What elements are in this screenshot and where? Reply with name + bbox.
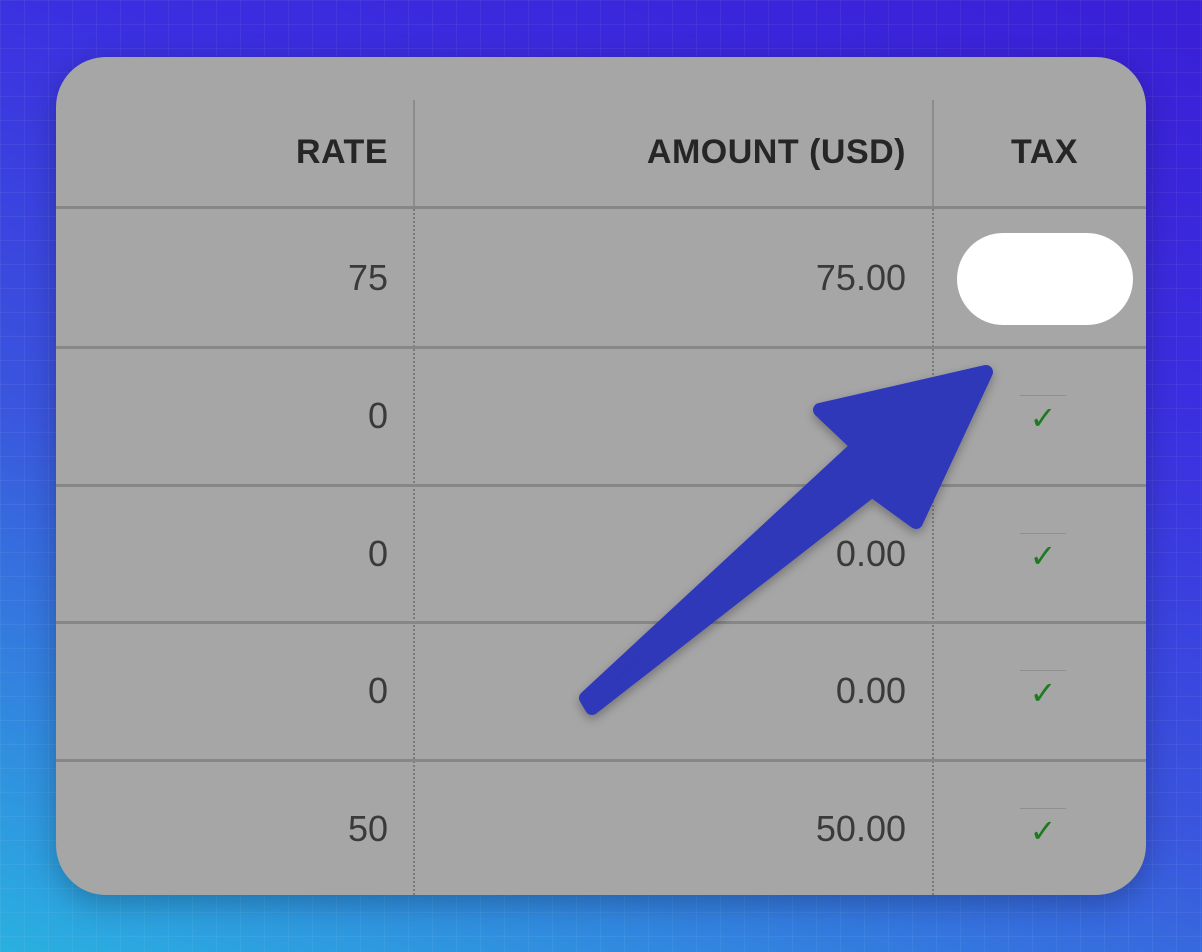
tax-checkbox[interactable]: ✓ [1020, 670, 1066, 715]
header-divider [413, 100, 415, 207]
rate-cell[interactable]: 0 [368, 395, 388, 437]
checkmark-icon: ✓ [1029, 537, 1057, 575]
header-rate[interactable]: RATE [296, 133, 388, 172]
header-tax[interactable]: TAX [1011, 133, 1078, 172]
rate-cell[interactable]: 50 [348, 808, 388, 850]
amount-cell[interactable]: 75.00 [816, 257, 906, 299]
amount-cell[interactable]: 50.00 [816, 808, 906, 850]
amount-cell[interactable]: 0.00 [836, 670, 906, 712]
tax-checkbox[interactable]: ✓ [1020, 808, 1066, 853]
rate-cell[interactable]: 75 [348, 257, 388, 299]
checkmark-icon: ✓ [1029, 812, 1057, 850]
table-row[interactable]: 0 0.00 ✓ [56, 487, 1146, 624]
table-header: RATE AMOUNT (USD) TAX [56, 57, 1146, 207]
rate-cell[interactable]: 0 [368, 533, 388, 575]
table-row[interactable]: 50 50.00 ✓ [56, 762, 1146, 895]
header-divider [932, 100, 934, 207]
line-items-table: RATE AMOUNT (USD) TAX 75 75.00 0 ✓ 0 0.0… [56, 57, 1146, 895]
checkmark-icon: ✓ [1029, 674, 1057, 712]
table-row[interactable]: 0 0.00 ✓ [56, 624, 1146, 761]
rate-cell[interactable]: 0 [368, 670, 388, 712]
checkmark-icon: ✓ [1029, 399, 1057, 437]
tax-checkbox[interactable]: ✓ [1020, 395, 1066, 440]
tax-checkbox[interactable]: ✓ [1020, 533, 1066, 578]
tax-checkbox-highlight[interactable] [957, 233, 1133, 325]
amount-cell[interactable]: 0.00 [836, 533, 906, 575]
header-amount[interactable]: AMOUNT (USD) [647, 133, 906, 172]
table-row[interactable]: 0 ✓ [56, 349, 1146, 486]
